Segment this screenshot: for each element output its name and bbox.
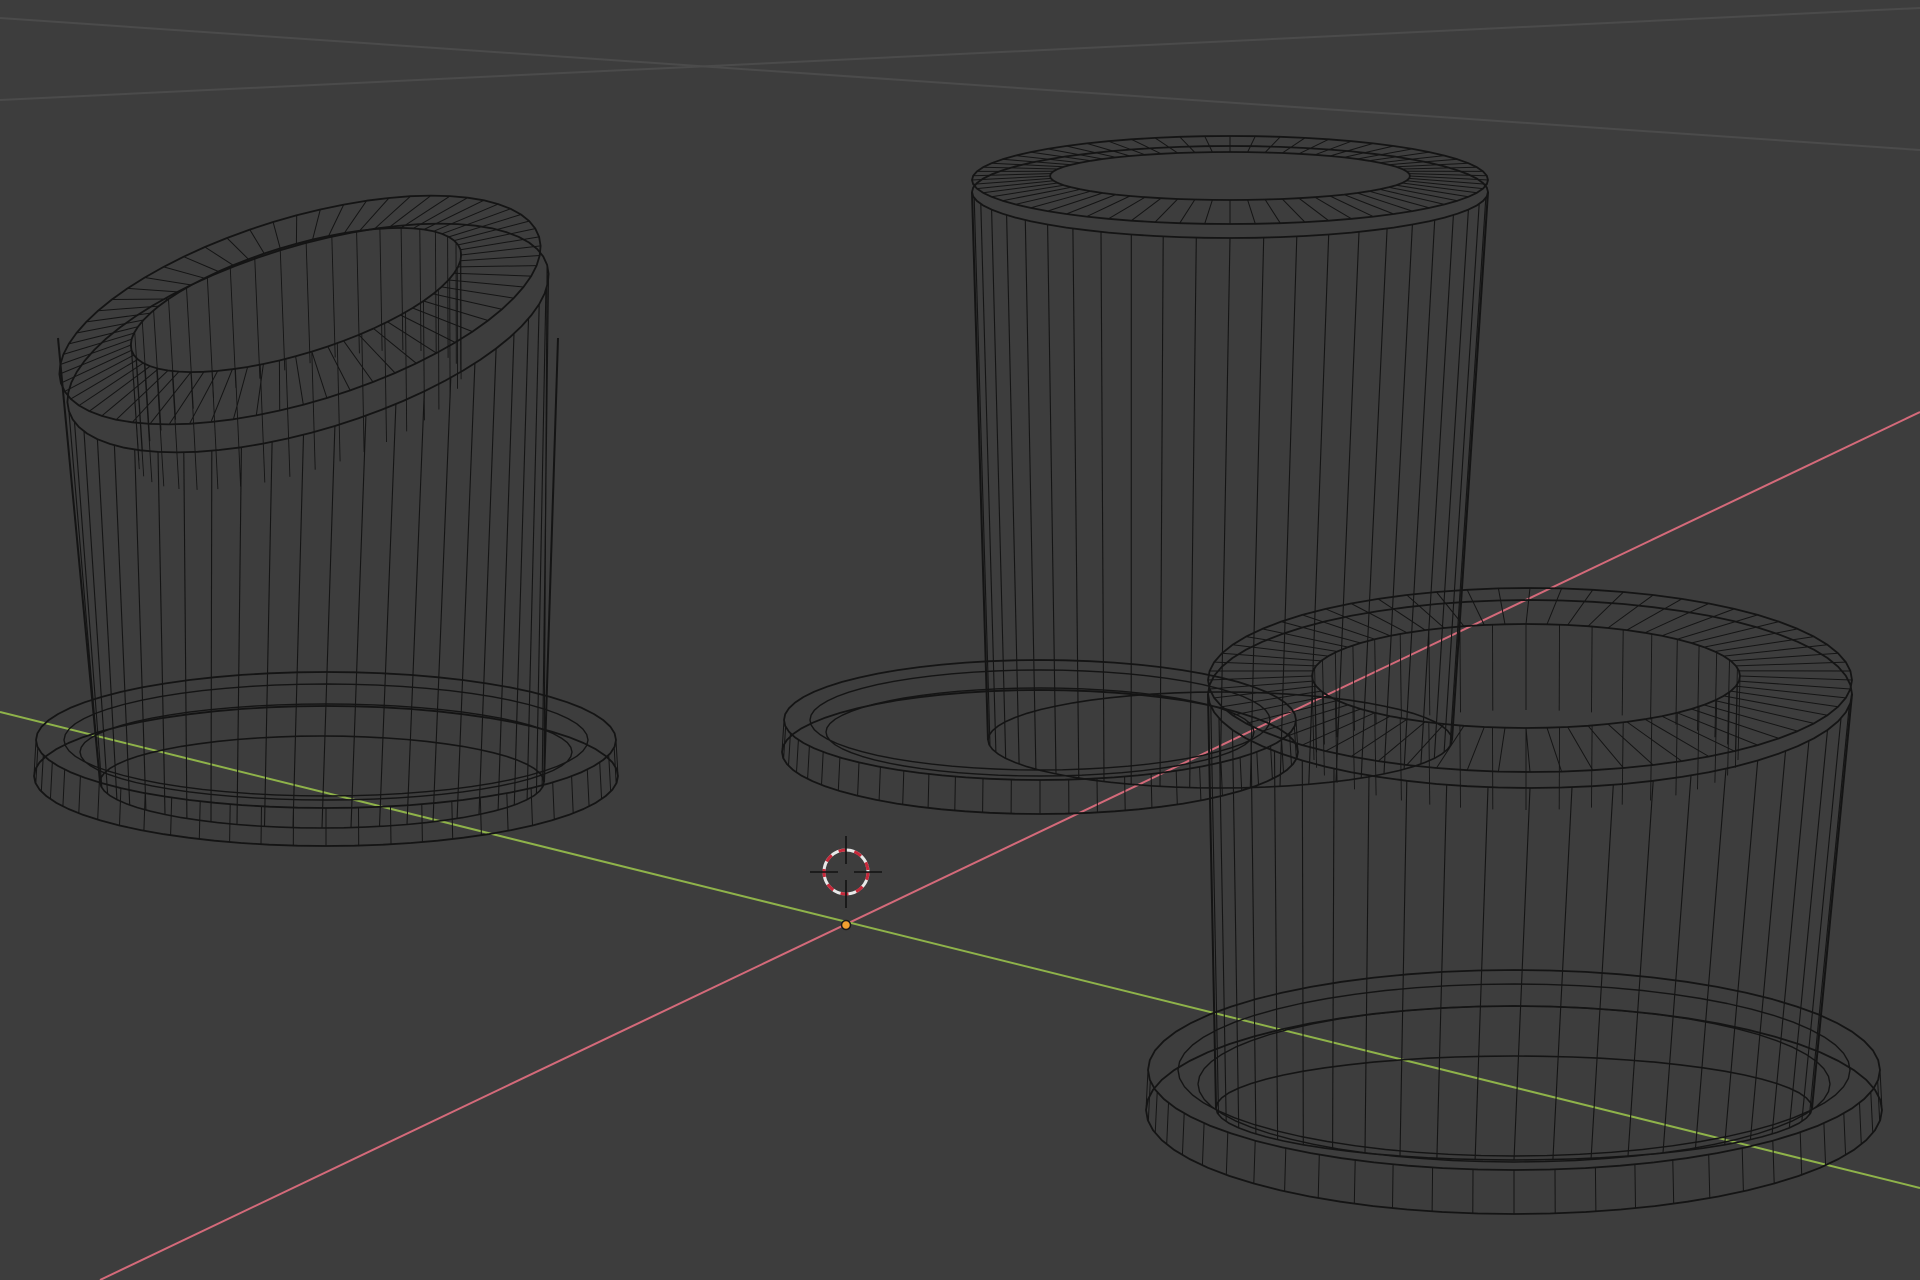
cavity-edge xyxy=(447,236,449,358)
cavity-edge xyxy=(1591,725,1593,808)
viewport-background xyxy=(0,0,1920,1280)
cavity-edge xyxy=(1459,725,1461,808)
cavity-edge xyxy=(1591,626,1593,713)
cavity-edge xyxy=(437,289,440,410)
saucer-edge xyxy=(954,776,956,811)
saucer-edge xyxy=(1634,1164,1636,1209)
origin-dot-icon[interactable] xyxy=(840,919,852,931)
cavity-edge xyxy=(1459,626,1461,713)
saucer-edge xyxy=(1392,1164,1394,1209)
3d-viewport[interactable] xyxy=(0,0,1920,1280)
viewport-scene[interactable] xyxy=(0,0,1920,1280)
saucer-edge xyxy=(260,806,262,845)
saucer-edge xyxy=(1594,1167,1597,1212)
saucer-edge xyxy=(1431,1167,1434,1212)
saucer-edge xyxy=(1124,776,1126,811)
rim-edge xyxy=(111,298,169,300)
